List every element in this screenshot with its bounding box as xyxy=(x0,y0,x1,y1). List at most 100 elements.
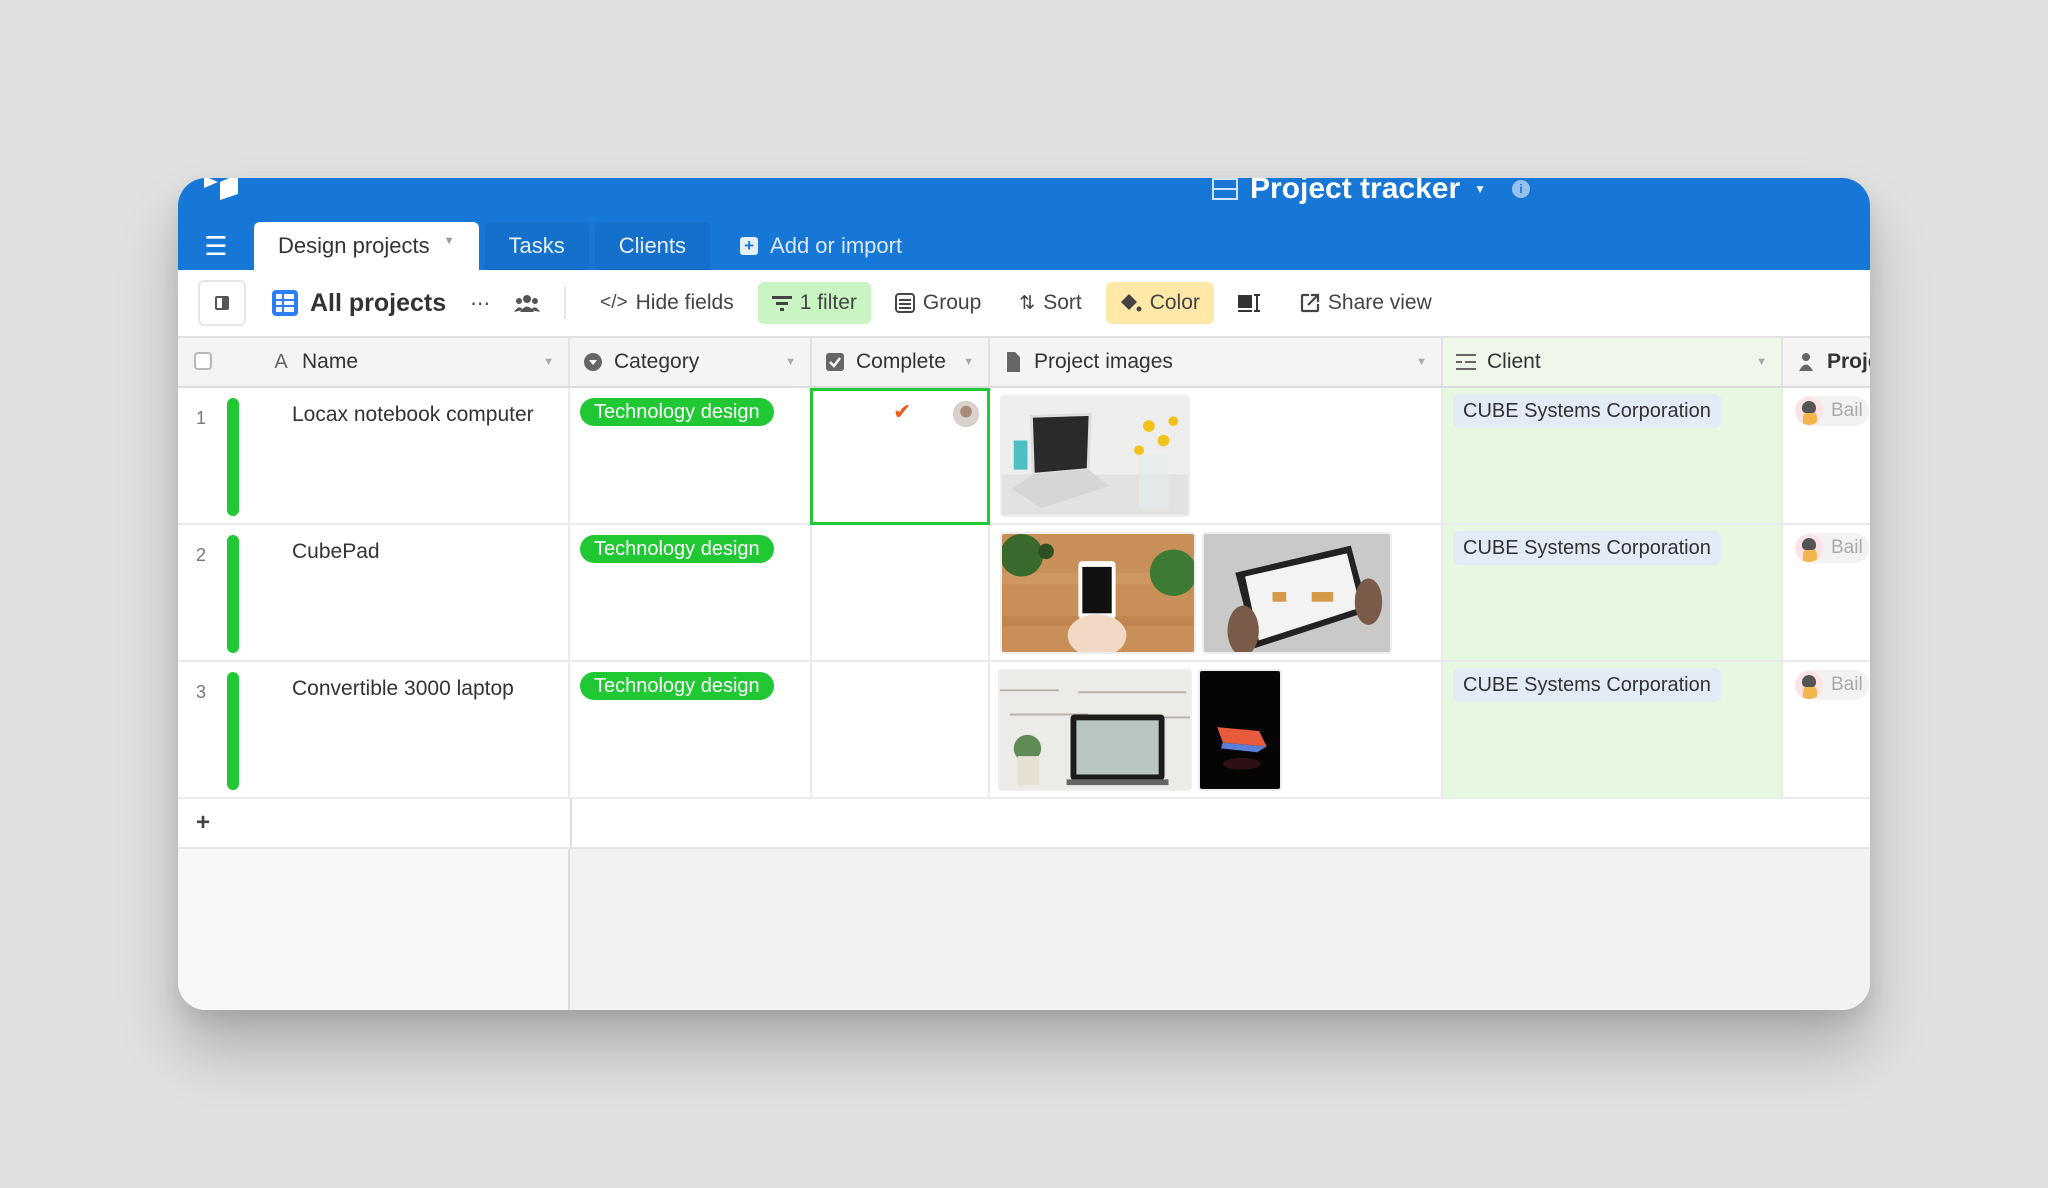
complete-cell[interactable] xyxy=(812,525,990,660)
column-label: Project images xyxy=(1034,350,1173,373)
sidebar-toggle-button[interactable] xyxy=(198,280,246,326)
table-row[interactable]: 3 Convertible 3000 laptop Technology des… xyxy=(178,662,1870,799)
group-button[interactable]: Group xyxy=(881,282,995,324)
project-image-thumbnail[interactable] xyxy=(998,669,1192,791)
collaborators-icon[interactable] xyxy=(514,293,541,313)
color-button[interactable]: Color xyxy=(1105,282,1214,324)
column-header-complete[interactable]: Complete ▼ xyxy=(812,338,990,386)
row-color-indicator xyxy=(227,672,239,790)
filter-button[interactable]: 1 filter xyxy=(757,282,871,324)
complete-cell[interactable] xyxy=(812,662,990,797)
column-label: Category xyxy=(614,350,700,373)
primary-cell[interactable]: 3 Convertible 3000 laptop xyxy=(178,662,570,797)
tab-design-projects[interactable]: Design projects ▼ xyxy=(254,222,479,270)
airtable-logo-icon[interactable] xyxy=(202,178,242,202)
project-image-thumbnail[interactable] xyxy=(1000,395,1190,517)
share-view-label: Share view xyxy=(1327,291,1432,314)
record-name[interactable]: Convertible 3000 laptop xyxy=(292,677,514,701)
base-title-button[interactable]: Project tracker ▼ i xyxy=(1212,178,1531,206)
column-header-project-lead[interactable]: Proje xyxy=(1783,338,1870,386)
column-header-client[interactable]: Client ▼ xyxy=(1443,338,1783,386)
row-number: 1 xyxy=(196,408,207,428)
user-icon xyxy=(1799,353,1813,371)
checkmark-icon[interactable]: ✔ xyxy=(893,399,911,425)
project-lead-cell[interactable]: Bail xyxy=(1783,525,1870,660)
category-cell[interactable]: Technology design xyxy=(570,525,812,660)
client-cell[interactable]: CUBE Systems Corporation xyxy=(1443,662,1783,797)
chevron-down-icon[interactable]: ▼ xyxy=(1416,356,1427,368)
primary-cell[interactable]: 2 CubePad xyxy=(178,525,570,660)
checkbox-icon xyxy=(826,353,844,371)
chevron-down-icon[interactable]: ▼ xyxy=(543,356,554,368)
chevron-down-icon[interactable]: ▼ xyxy=(963,356,974,368)
project-images-cell[interactable] xyxy=(990,388,1443,523)
linked-client-chip[interactable]: CUBE Systems Corporation xyxy=(1453,668,1721,702)
project-images-cell[interactable] xyxy=(990,525,1443,660)
user-name: Bail xyxy=(1831,400,1863,421)
project-image-thumbnail[interactable] xyxy=(1198,669,1282,791)
row-height-button[interactable] xyxy=(1224,282,1276,324)
table-row[interactable]: 1 Locax notebook computer Technology des… xyxy=(178,388,1870,525)
view-switcher[interactable]: All projects xyxy=(272,289,446,318)
chevron-down-icon[interactable]: ▼ xyxy=(444,235,455,247)
add-or-import-button[interactable]: + Add or import xyxy=(716,222,926,270)
chevron-down-icon[interactable]: ▼ xyxy=(785,356,796,368)
sort-icon: ⇅ xyxy=(1019,292,1036,314)
tab-clients[interactable]: Clients xyxy=(594,222,711,270)
chevron-down-icon: ▼ xyxy=(1474,182,1487,196)
linked-client-chip[interactable]: CUBE Systems Corporation xyxy=(1453,531,1721,565)
app-header: Project tracker ▼ i ☰ Design projects ▼ … xyxy=(178,178,1870,270)
primary-cell[interactable]: 1 Locax notebook computer xyxy=(178,388,570,523)
add-record-row[interactable]: + xyxy=(178,799,1870,849)
tab-tasks[interactable]: Tasks xyxy=(484,222,589,270)
filter-icon xyxy=(771,296,792,311)
base-title: Project tracker xyxy=(1250,178,1461,205)
row-number: 3 xyxy=(196,682,207,702)
project-lead-cell[interactable]: Bail xyxy=(1783,388,1870,523)
record-name[interactable]: Locax notebook computer xyxy=(292,403,534,427)
project-lead-cell[interactable]: Bail xyxy=(1783,662,1870,797)
client-cell[interactable]: CUBE Systems Corporation xyxy=(1443,388,1783,523)
app-window: Project tracker ▼ i ☰ Design projects ▼ … xyxy=(178,178,1870,1010)
column-header-name[interactable]: A Name ▼ xyxy=(258,338,570,386)
tab-label: Tasks xyxy=(508,233,565,258)
chevron-down-icon[interactable]: ▼ xyxy=(1756,356,1767,368)
user-avatar xyxy=(1795,397,1823,425)
project-images-cell[interactable] xyxy=(990,662,1443,797)
more-options-icon[interactable]: ⋯ xyxy=(470,291,490,316)
group-icon xyxy=(894,293,915,313)
share-view-button[interactable]: Share view xyxy=(1286,282,1446,324)
user-chip[interactable]: Bail xyxy=(1795,396,1869,426)
add-record-icon[interactable]: + xyxy=(196,809,210,837)
linked-record-icon xyxy=(1456,354,1476,370)
hide-fields-button[interactable]: </> Hide fields xyxy=(586,282,748,324)
column-header-project-images[interactable]: Project images ▼ xyxy=(990,338,1443,386)
grid-view-icon xyxy=(272,290,298,316)
category-cell[interactable]: Technology design xyxy=(570,662,812,797)
hide-fields-icon: </> xyxy=(600,292,628,313)
select-all-checkbox[interactable] xyxy=(194,352,212,370)
group-label: Group xyxy=(922,291,982,314)
table-row[interactable]: 2 CubePad Technology design CUBE Systems… xyxy=(178,525,1870,662)
hamburger-menu-icon[interactable]: ☰ xyxy=(178,222,254,270)
category-tag: Technology design xyxy=(580,398,774,426)
sort-button[interactable]: ⇅ Sort xyxy=(1005,282,1095,324)
column-label: Name xyxy=(302,350,359,373)
project-image-thumbnail[interactable] xyxy=(1202,532,1392,654)
project-image-thumbnail[interactable] xyxy=(1000,532,1196,654)
record-name[interactable]: CubePad xyxy=(292,540,380,564)
color-label: Color xyxy=(1149,291,1200,314)
user-chip[interactable]: Bail xyxy=(1795,533,1869,563)
category-cell[interactable]: Technology design xyxy=(570,388,812,523)
plus-icon: + xyxy=(740,237,759,255)
client-cell[interactable]: CUBE Systems Corporation xyxy=(1443,525,1783,660)
base-icon xyxy=(1212,178,1238,200)
user-chip[interactable]: Bail xyxy=(1795,670,1869,700)
category-tag: Technology design xyxy=(580,535,774,563)
complete-cell[interactable]: ✔ xyxy=(810,388,990,525)
linked-client-chip[interactable]: CUBE Systems Corporation xyxy=(1453,394,1721,428)
column-header-category[interactable]: Category ▼ xyxy=(570,338,812,386)
toolbar-divider xyxy=(564,287,567,319)
tab-label: Clients xyxy=(618,233,687,258)
info-icon[interactable]: i xyxy=(1512,180,1531,198)
